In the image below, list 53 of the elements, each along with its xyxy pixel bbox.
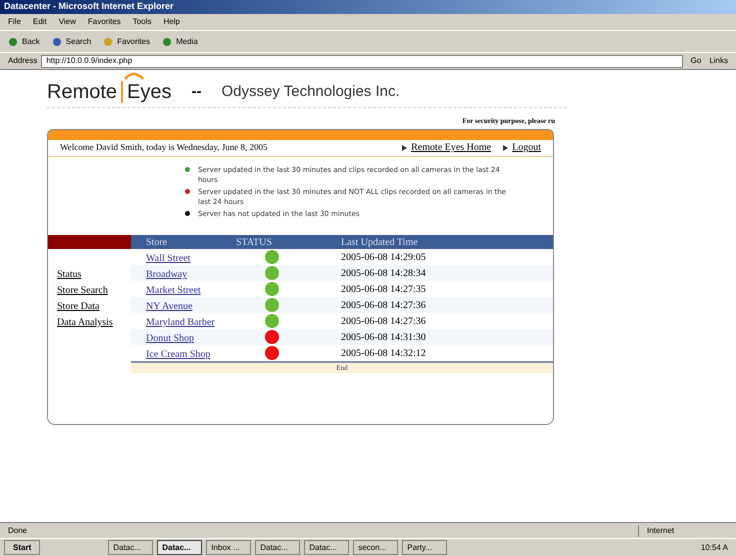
welcome-text: Welcome David Smith, today is Wednesday, June 8, 2005 bbox=[60, 140, 269, 154]
links-label[interactable]: Links bbox=[709, 55, 728, 67]
address-label: Address bbox=[8, 55, 38, 67]
taskbar-button[interactable]: Datac... bbox=[157, 540, 202, 555]
time-cell-text: 2005-06-08 14:27:36 bbox=[341, 298, 426, 312]
time-cell-text: 2005-06-08 14:28:34 bbox=[341, 266, 426, 280]
triangle-bullet-icon bbox=[503, 144, 508, 150]
triangle-bullet-icon bbox=[402, 144, 408, 150]
toolbar-button[interactable]: Search bbox=[52, 36, 92, 48]
menu-item[interactable]: Tools bbox=[132, 16, 152, 28]
store-link[interactable]: NY Avenue bbox=[146, 301, 192, 312]
menu-item[interactable]: Edit bbox=[32, 16, 47, 28]
time-cell-text: 2005-06-08 14:27:36 bbox=[341, 314, 426, 328]
toolbar-button[interactable]: Favorites bbox=[103, 36, 150, 48]
menu-item[interactable]: View bbox=[58, 16, 76, 28]
taskbar-button[interactable]: Datac... bbox=[255, 540, 300, 555]
nav-link[interactable]: Data Analysis bbox=[57, 315, 131, 330]
start-button[interactable]: Start bbox=[4, 540, 40, 555]
menu-item[interactable]: File bbox=[8, 16, 21, 28]
toolbar-button[interactable]: Back bbox=[8, 36, 40, 48]
menu-item[interactable]: Help bbox=[163, 16, 180, 28]
header-link[interactable]: Logout bbox=[512, 140, 541, 155]
taskbar-button[interactable]: secon... bbox=[353, 540, 398, 555]
menu-item[interactable]: Favorites bbox=[88, 16, 121, 28]
taskbar-button[interactable]: Inbox ... bbox=[206, 540, 252, 555]
clock: 10:54 A bbox=[700, 542, 729, 554]
store-link[interactable]: Wall Street bbox=[146, 253, 190, 264]
time-cell-text: 2005-06-08 14:27:35 bbox=[341, 282, 426, 296]
nav-link[interactable]: Store Data bbox=[57, 299, 131, 314]
taskbar-button[interactable]: Party... bbox=[402, 540, 448, 555]
window-title: Datacenter - Microsoft Internet Explorer bbox=[4, 0, 174, 14]
nav-link[interactable]: Store Search bbox=[57, 283, 131, 298]
store-link[interactable]: Ice Cream Shop bbox=[146, 349, 210, 360]
time-cell-text: 2005-06-08 14:29:05 bbox=[341, 250, 426, 264]
store-link[interactable]: Broadway bbox=[146, 269, 188, 280]
toolbar-button[interactable]: Media bbox=[162, 36, 198, 48]
nav-link[interactable]: Status bbox=[57, 267, 131, 282]
store-link[interactable]: Donut Shop bbox=[146, 333, 194, 344]
time-cell-text: 2005-06-08 14:32:12 bbox=[341, 346, 426, 360]
taskbar-button[interactable]: Datac... bbox=[304, 540, 350, 555]
logo: Remote Eyes bbox=[47, 71, 172, 107]
time-cell-text: 2005-06-08 14:31:30 bbox=[341, 330, 426, 344]
header-link[interactable]: Remote Eyes Home bbox=[411, 140, 492, 155]
go-button[interactable]: Go bbox=[686, 55, 706, 67]
taskbar-button[interactable]: Datac... bbox=[108, 540, 154, 555]
table-header: Store STATUS Last Updated Time bbox=[131, 235, 553, 249]
status-text: Done bbox=[8, 524, 28, 536]
store-link[interactable]: Market Street bbox=[146, 285, 201, 296]
company-name: Odyssey Technologies Inc. bbox=[222, 82, 400, 102]
separator-text: -- bbox=[192, 82, 202, 102]
address-field[interactable]: http://10.0.0.9/index.php bbox=[41, 54, 683, 68]
zone-text: Internet bbox=[638, 524, 728, 536]
store-link[interactable]: Maryland Barber bbox=[146, 317, 215, 328]
